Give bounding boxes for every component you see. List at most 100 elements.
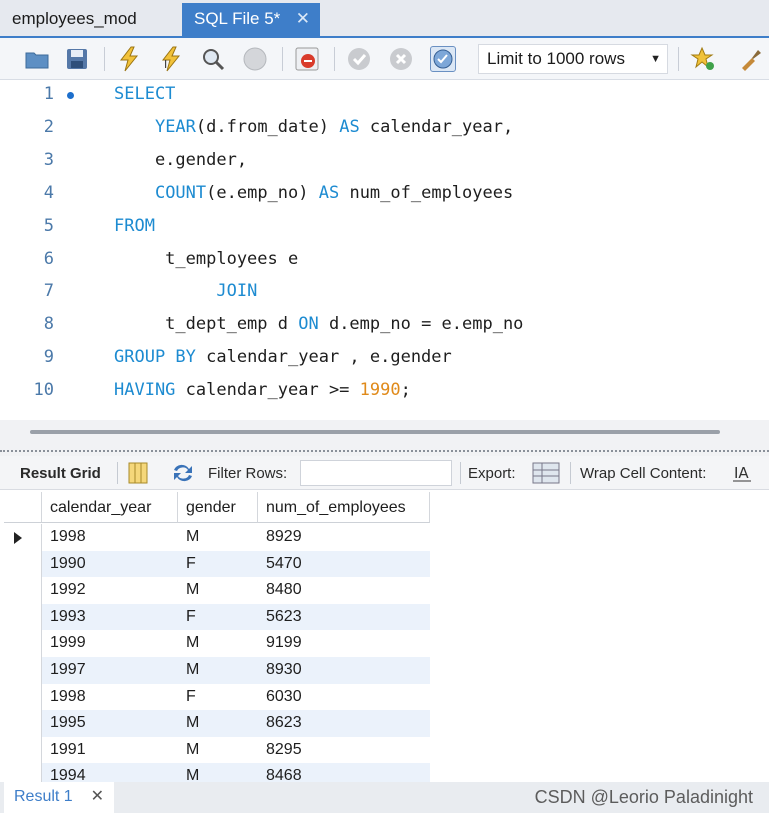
table-cell[interactable]: 8295	[266, 737, 302, 763]
current-line-marker	[67, 92, 74, 99]
table-row[interactable]: 1992 M 8480	[4, 577, 430, 604]
sql-text: e.gender,	[114, 149, 248, 170]
bookmark-icon[interactable]	[690, 46, 716, 72]
sql-text: d.emp_no = e.emp_no	[318, 314, 524, 335]
row-header[interactable]	[4, 524, 42, 551]
table-row[interactable]: 1993 F 5623	[4, 603, 430, 631]
row-header[interactable]	[4, 657, 42, 684]
code-line[interactable]: HAVING calendar_year >= 1990;	[114, 380, 411, 400]
close-icon[interactable]: ✕	[296, 3, 310, 34]
table-cell[interactable]: 8930	[266, 657, 302, 683]
code-line[interactable]: GROUP BY calendar_year , e.gender	[114, 347, 452, 367]
export-icon[interactable]	[532, 461, 562, 489]
horizontal-scrollbar[interactable]	[30, 430, 720, 434]
code-line[interactable]: t_dept_emp d ON d.emp_no = e.emp_no	[114, 314, 523, 334]
code-line[interactable]: e.gender,	[114, 150, 247, 170]
execute-icon[interactable]	[116, 46, 142, 72]
table-cell[interactable]: 1998	[50, 684, 86, 710]
table-cell[interactable]: 9199	[266, 630, 302, 656]
result-tab-label: Result 1	[14, 788, 73, 805]
table-cell[interactable]: M	[186, 737, 199, 763]
row-header-corner	[4, 492, 42, 523]
code-line[interactable]: FROM	[114, 216, 155, 236]
tab-employees-mod[interactable]: employees_mod	[0, 3, 178, 36]
table-row[interactable]: 1997 M 8930	[4, 657, 430, 684]
table-cell[interactable]: F	[186, 684, 196, 710]
autocommit-icon[interactable]	[430, 46, 456, 72]
row-header[interactable]	[4, 550, 42, 578]
table-cell[interactable]: 8623	[266, 710, 302, 736]
table-cell[interactable]: M	[186, 577, 199, 603]
wrap-cell-icon[interactable]: IA	[731, 463, 753, 487]
table-row[interactable]: 1999 M 9199	[4, 630, 430, 657]
limit-rows-select[interactable]: Limit to 1000 rows ▼	[478, 44, 668, 74]
table-cell[interactable]: 6030	[266, 684, 302, 710]
result-tab-bar: Result 1 ✕ CSDN @Leorio Paladinight	[0, 782, 769, 813]
result-grid-tab[interactable]: Result Grid	[20, 465, 101, 482]
table-cell[interactable]: 1993	[50, 604, 86, 630]
table-cell[interactable]: 8480	[266, 577, 302, 603]
sql-editor[interactable]: 1 SELECT 2 YEAR(d.from_date) AS calendar_y…	[0, 80, 769, 420]
table-cell[interactable]: 1995	[50, 710, 86, 736]
column-header[interactable]: gender	[178, 492, 258, 523]
row-header[interactable]	[4, 630, 42, 657]
close-icon[interactable]: ✕	[91, 782, 104, 812]
toggle-error-icon[interactable]	[294, 46, 320, 72]
table-cell[interactable]: 1997	[50, 657, 86, 683]
explain-icon[interactable]	[200, 46, 226, 72]
refresh-icon[interactable]	[170, 462, 196, 488]
table-cell[interactable]: 1991	[50, 737, 86, 763]
grid-form-toggle-icon[interactable]	[128, 462, 148, 488]
splitter-handle[interactable]	[0, 450, 769, 452]
toolbar-divider	[104, 47, 105, 71]
filter-rows-input[interactable]	[300, 460, 452, 486]
table-row[interactable]: 1991 M 8295	[4, 736, 430, 764]
code-line[interactable]: COUNT(e.emp_no) AS num_of_employees	[114, 183, 513, 203]
table-cell[interactable]: M	[186, 710, 199, 736]
column-header[interactable]: calendar_year	[42, 492, 178, 523]
table-row[interactable]: 1990 F 5470	[4, 550, 430, 578]
row-header[interactable]	[4, 683, 42, 711]
beautify-icon[interactable]	[738, 46, 764, 72]
table-cell[interactable]: M	[186, 630, 199, 656]
sql-text: ;	[400, 380, 411, 401]
table-cell[interactable]: 8929	[266, 524, 302, 550]
result-1-tab[interactable]: Result 1 ✕	[4, 782, 114, 813]
execute-current-icon[interactable]: I	[158, 46, 184, 72]
code-line[interactable]: t_employees e	[114, 249, 298, 269]
row-header[interactable]	[4, 736, 42, 764]
table-row[interactable]: 1998 M 8929	[4, 524, 430, 551]
row-header[interactable]	[4, 603, 42, 631]
commit-icon[interactable]	[346, 46, 372, 72]
table-cell[interactable]: F	[186, 551, 196, 577]
toolbar-divider	[460, 462, 461, 484]
row-header[interactable]	[4, 710, 42, 737]
column-header[interactable]: num_of_employees	[258, 492, 430, 523]
line-number: 10	[33, 380, 54, 401]
table-cell[interactable]: 1990	[50, 551, 86, 577]
rollback-icon[interactable]	[388, 46, 414, 72]
table-cell[interactable]: F	[186, 604, 196, 630]
table-cell[interactable]: 1998	[50, 524, 86, 550]
table-row[interactable]: 1995 M 8623	[4, 710, 430, 737]
code-line[interactable]: YEAR(d.from_date) AS calendar_year,	[114, 117, 513, 137]
line-number: 1	[43, 84, 54, 104]
svg-text:IA: IA	[734, 464, 749, 482]
save-icon[interactable]	[64, 46, 90, 72]
code-line[interactable]: JOIN	[114, 281, 257, 301]
sql-keyword: COUNT	[154, 182, 207, 203]
open-file-icon[interactable]	[24, 46, 50, 72]
table-cell[interactable]: 1999	[50, 630, 86, 656]
table-row[interactable]: 1998 F 6030	[4, 683, 430, 711]
line-number: 9	[43, 347, 54, 368]
table-cell[interactable]: M	[186, 524, 199, 550]
code-line[interactable]: SELECT	[114, 84, 175, 104]
table-cell[interactable]: 5470	[266, 551, 302, 577]
tab-sql-file-5[interactable]: SQL File 5* ✕	[182, 3, 320, 36]
table-cell[interactable]: 1992	[50, 577, 86, 603]
row-header[interactable]	[4, 577, 42, 604]
stop-icon[interactable]	[242, 46, 268, 72]
panel-splitter[interactable]	[0, 420, 769, 456]
table-cell[interactable]: 5623	[266, 604, 302, 630]
table-cell[interactable]: M	[186, 657, 199, 683]
